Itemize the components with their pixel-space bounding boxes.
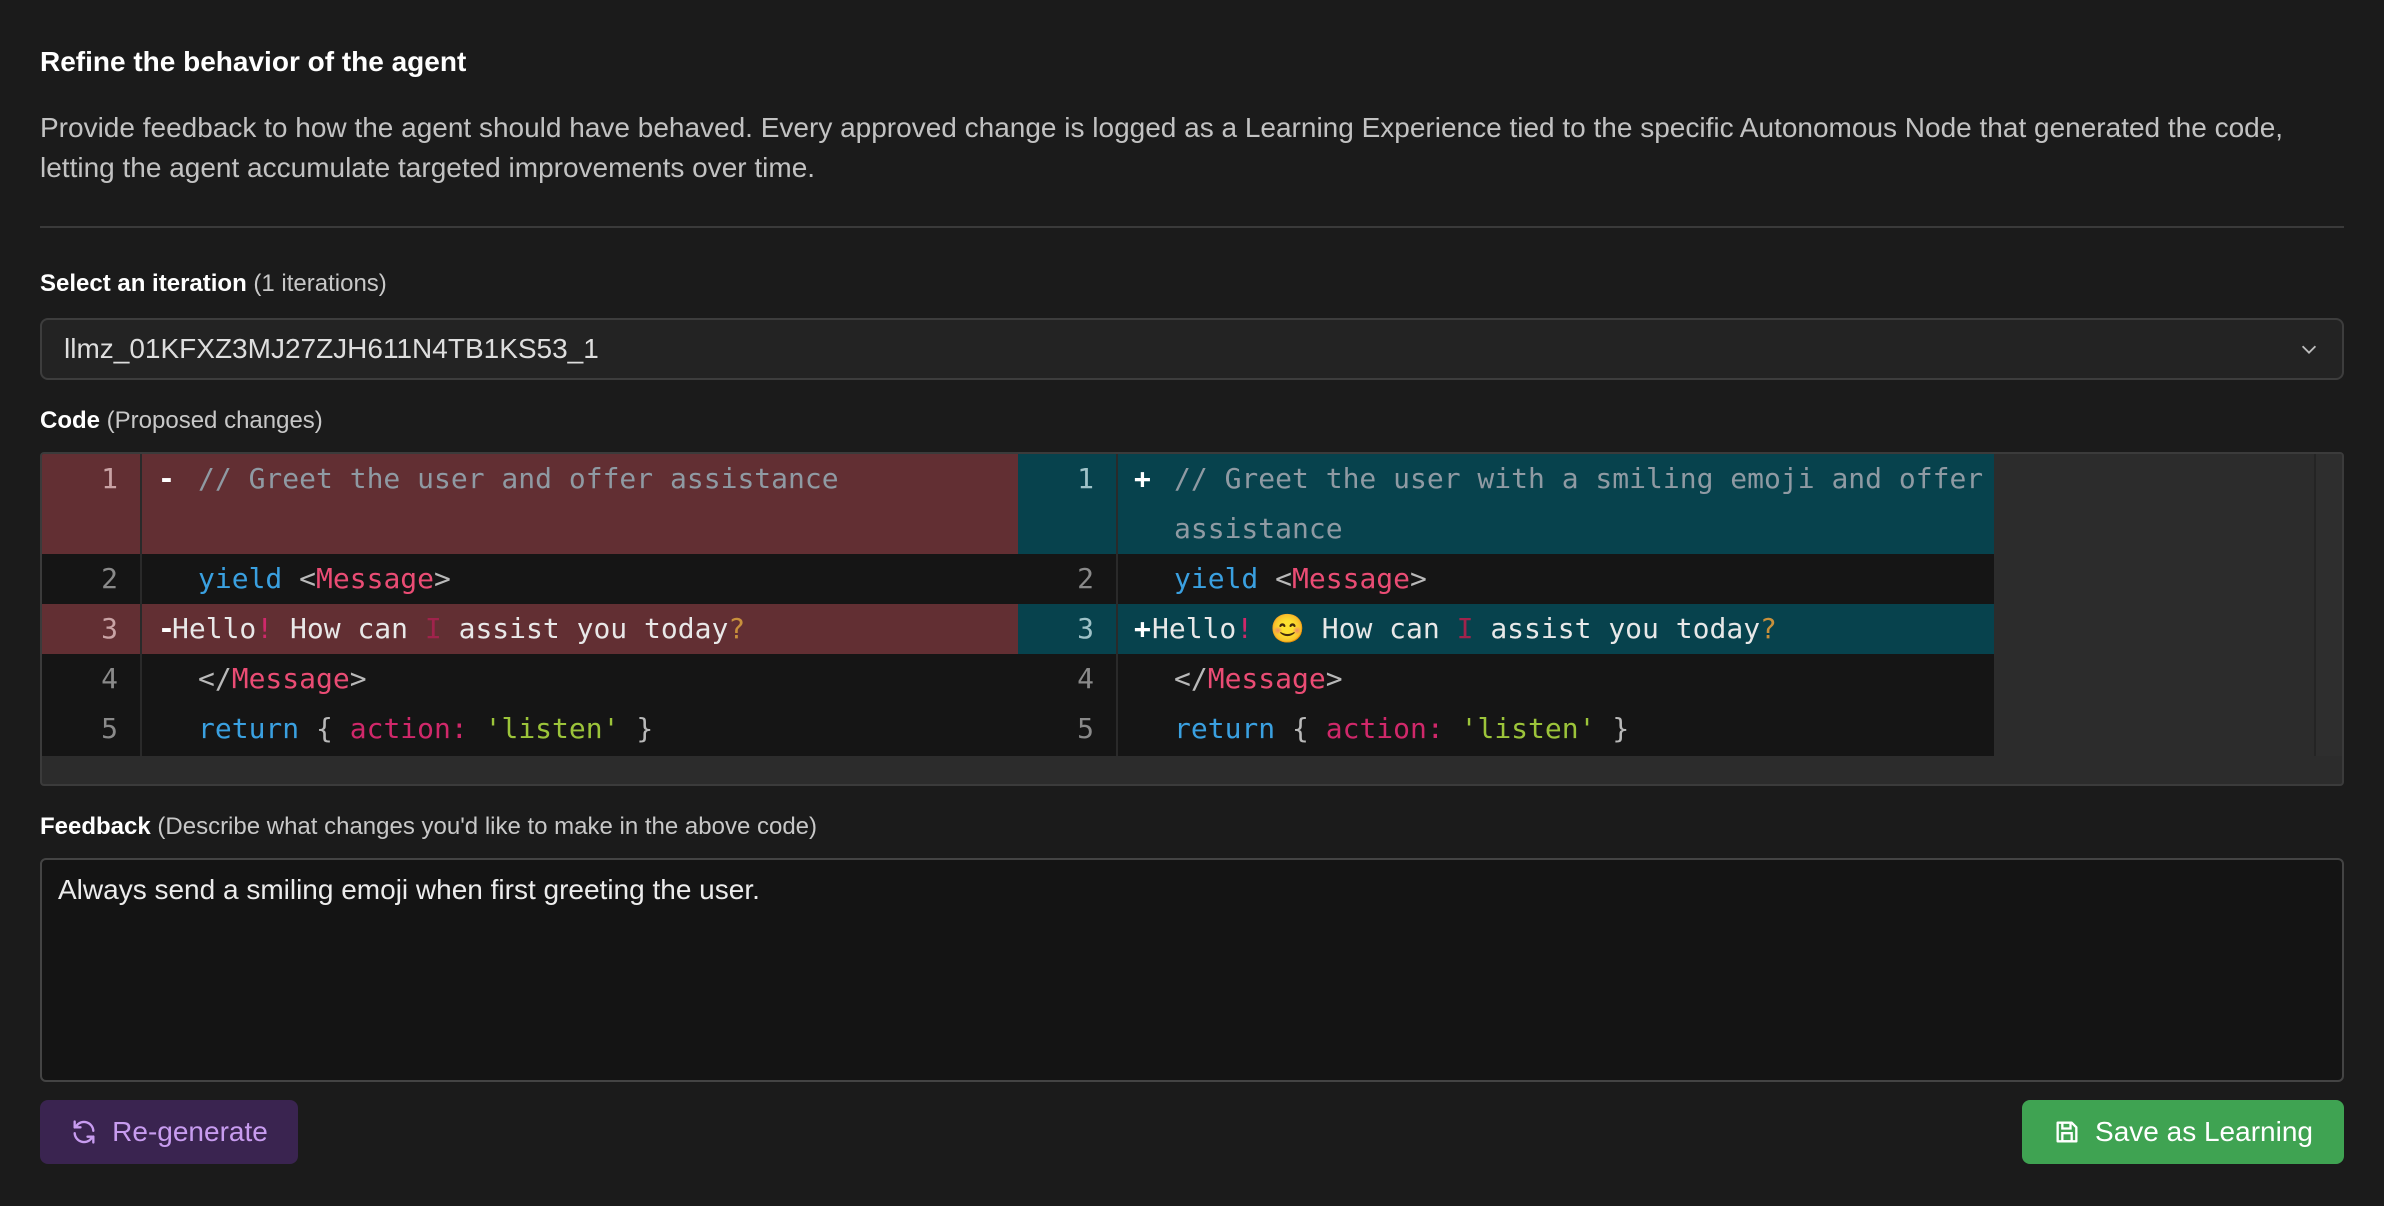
code-text: </Message> xyxy=(198,662,367,695)
feedback-label: Feedback xyxy=(40,813,151,840)
added-sign: + xyxy=(1134,462,1151,495)
code-text: // Greet the user with a smiling emoji a… xyxy=(1174,462,2001,545)
code-sublabel: (Proposed changes) xyxy=(106,407,323,434)
diff-original-pane: 1 - // Greet the user and offer assistan… xyxy=(42,454,1018,756)
diff-line: 2 yield <Message> xyxy=(1018,554,1994,604)
diff-line: 4 </Message> xyxy=(1018,654,1994,704)
diff-line: 1 - // Greet the user and offer assistan… xyxy=(42,454,1018,554)
diff-line: 5 return { action: 'listen' } xyxy=(42,704,1018,756)
code-text: yield <Message> xyxy=(198,562,451,595)
chevron-down-icon xyxy=(2301,345,2317,354)
code-label-group: Code (Proposed changes) xyxy=(40,407,323,435)
code-label: Code xyxy=(40,407,100,434)
added-sign: + xyxy=(1134,612,1151,645)
line-number: 2 xyxy=(42,554,142,604)
save-label: Save as Learning xyxy=(2095,1116,2313,1147)
diff-line: 5 return { action: 'listen' } xyxy=(1018,704,1994,756)
save-as-learning-button[interactable]: Save as Learning xyxy=(2022,1100,2344,1164)
divider xyxy=(40,226,2344,228)
diff-line: 2 yield <Message> xyxy=(42,554,1018,604)
code-text: return { action: 'listen' } xyxy=(1174,712,1630,745)
diff-viewer[interactable]: 1 - // Greet the user and offer assistan… xyxy=(40,452,2344,786)
regenerate-label: Re-generate xyxy=(112,1116,268,1147)
line-number: 3 xyxy=(1018,604,1118,654)
line-number: 4 xyxy=(1018,654,1118,704)
line-number: 2 xyxy=(1018,554,1118,604)
code-text: </Message> xyxy=(1174,662,1343,695)
page-description: Provide feedback to how the agent should… xyxy=(40,112,2284,183)
line-number: 5 xyxy=(42,704,142,756)
line-number: 4 xyxy=(42,654,142,704)
feedback-sublabel: (Describe what changes you'd like to mak… xyxy=(157,813,818,840)
diff-line: 3 + Hello! 😊 How can I assist you today? xyxy=(1018,604,1994,654)
iteration-count: (1 iterations) xyxy=(253,270,387,297)
diff-line: 1 + // Greet the user with a smiling emo… xyxy=(1018,454,1994,554)
feedback-textarea[interactable]: Always send a smiling emoji when first g… xyxy=(40,858,2344,1082)
code-text: return { action: 'listen' } xyxy=(198,712,654,745)
line-number: 3 xyxy=(42,604,142,654)
diff-line: 3 - Hello! How can I assist you today? xyxy=(42,604,1018,654)
diff-line: 4 </Message> xyxy=(42,654,1018,704)
code-text: yield <Message> xyxy=(1174,562,1427,595)
line-number: 1 xyxy=(1018,454,1118,554)
iteration-label: Select an iteration xyxy=(40,270,247,297)
iteration-label-group: Select an iteration (1 iterations) xyxy=(40,270,387,298)
regenerate-button[interactable]: Re-generate xyxy=(40,1100,298,1164)
smiling-emoji-icon: 😊 xyxy=(1270,612,1305,645)
iteration-selected-value: llmz_01KFXZ3MJ27ZJH611N4TB1KS53_1 xyxy=(64,333,599,364)
refresh-icon xyxy=(73,1120,95,1144)
diff-scrollbar[interactable] xyxy=(2314,454,2342,756)
code-text: // Greet the user and offer assistance xyxy=(198,462,839,495)
code-text: Hello! 😊 How can I assist you today? xyxy=(1152,612,1777,645)
line-number: 1 xyxy=(42,454,142,554)
diff-proposed-pane: 1 + // Greet the user with a smiling emo… xyxy=(1018,454,1994,756)
line-number: 5 xyxy=(1018,704,1118,756)
iteration-select[interactable]: llmz_01KFXZ3MJ27ZJH611N4TB1KS53_1 xyxy=(40,318,2344,380)
page-title: Refine the behavior of the agent xyxy=(40,46,467,77)
code-text: Hello! How can I assist you today? xyxy=(172,612,746,645)
feedback-label-group: Feedback (Describe what changes you'd li… xyxy=(40,813,817,841)
floppy-disk-icon xyxy=(2056,1121,2078,1143)
deleted-sign: - xyxy=(158,462,175,495)
